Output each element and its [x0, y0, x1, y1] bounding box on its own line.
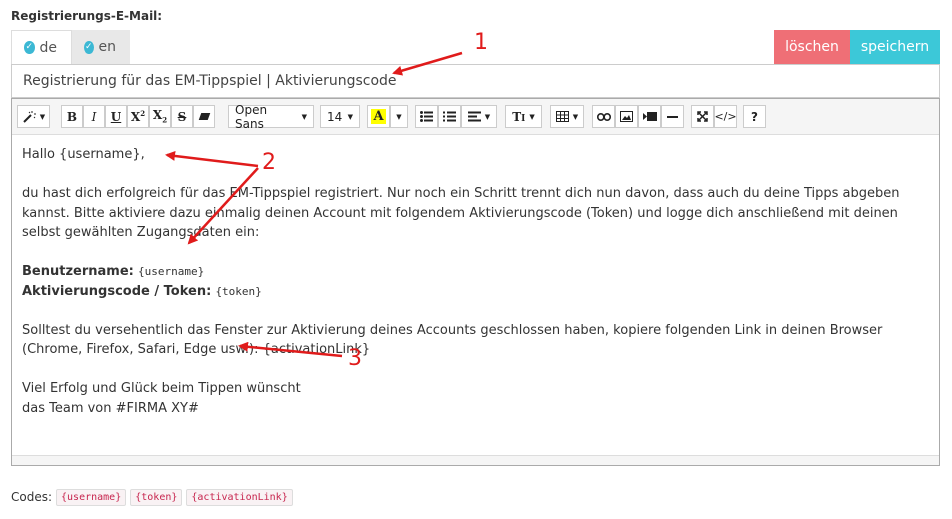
- numbered-list-button[interactable]: [438, 105, 461, 128]
- codes-row: Codes: {username} {token} {activationLin…: [11, 487, 293, 507]
- greeting-line: Hallo {username},: [22, 147, 145, 162]
- table-button[interactable]: ▼: [550, 105, 584, 128]
- tab-de[interactable]: ✓ de: [11, 30, 72, 64]
- text-color-icon: A: [371, 109, 386, 124]
- code-chip-username[interactable]: {username}: [56, 488, 127, 506]
- subscript-button[interactable]: X2: [149, 105, 171, 128]
- strikethrough-button[interactable]: S: [171, 105, 193, 128]
- code-view-button[interactable]: </>: [714, 105, 737, 128]
- caret-icon: ▼: [396, 112, 402, 121]
- horizontal-rule-button[interactable]: [661, 105, 684, 128]
- username-line: Benutzername: {username}: [22, 262, 929, 282]
- code-chip-token[interactable]: {token}: [130, 488, 183, 506]
- tab-label: en: [98, 39, 117, 55]
- font-family-value: Open Sans: [235, 102, 268, 131]
- closing-line-2: das Team von #FIRMA XY#: [22, 400, 199, 416]
- text-color-button[interactable]: A: [367, 105, 390, 128]
- text-height-icon: TI: [512, 109, 526, 124]
- horizontal-rule-icon: [667, 115, 678, 118]
- annotation-number-2: 2: [262, 150, 276, 175]
- closing-line-1: Viel Erfolg und Glück beim Tippen wünsch…: [22, 381, 301, 396]
- username-placeholder: {username}: [137, 265, 205, 278]
- bullet-list-button[interactable]: [415, 105, 438, 128]
- field-label: Registrierungs-E-Mail:: [11, 9, 163, 23]
- caret-icon: ▼: [484, 112, 491, 121]
- fullscreen-button[interactable]: [691, 105, 714, 128]
- bold-button[interactable]: B: [61, 105, 83, 128]
- paragraph-intro: du hast dich erfolgreich für das EM-Tipp…: [22, 186, 900, 240]
- italic-icon: I: [91, 109, 97, 124]
- language-tabs: ✓ de ✓ en: [11, 30, 130, 64]
- codes-label: Codes:: [11, 490, 53, 504]
- tab-label: de: [39, 39, 58, 56]
- code-chip-activation-link[interactable]: {activationLink}: [186, 488, 293, 506]
- subject-value: Registrierung für das EM-Tippspiel | Akt…: [23, 73, 397, 89]
- check-icon: ✓: [24, 41, 35, 54]
- editor-content[interactable]: Hallo {username}, du hast dich erfolgrei…: [12, 135, 939, 418]
- editor-resize-bar[interactable]: [12, 455, 939, 465]
- help-button[interactable]: ?: [743, 105, 766, 128]
- align-left-icon: [467, 111, 481, 122]
- font-size-value: 14: [327, 109, 343, 124]
- caret-icon: ▼: [529, 112, 535, 121]
- tab-en[interactable]: ✓ en: [72, 30, 130, 64]
- paragraph-link: Solltest du versehentlich das Fenster zu…: [22, 322, 883, 358]
- line-height-button[interactable]: TI ▼: [505, 105, 542, 128]
- caret-icon: ▼: [301, 112, 307, 121]
- video-button[interactable]: [638, 105, 661, 128]
- table-icon: [555, 111, 569, 122]
- check-icon: ✓: [84, 40, 94, 54]
- username-label: Benutzername:: [22, 264, 134, 279]
- editor-toolbar: ▼ B I U X2 X2 S Open Sans ▼ 14 ▼ A ▼ ▼ T…: [12, 99, 939, 135]
- video-icon: [642, 112, 657, 121]
- annotation-number-1: 1: [474, 30, 488, 55]
- delete-button[interactable]: löschen: [774, 30, 850, 64]
- numbered-list-icon: [443, 111, 456, 122]
- image-button[interactable]: [615, 105, 638, 128]
- text-color-dropdown[interactable]: ▼: [390, 105, 408, 128]
- magic-wand-icon: [23, 110, 36, 123]
- save-button[interactable]: speichern: [850, 30, 940, 64]
- eraser-button[interactable]: [193, 105, 215, 128]
- underline-icon: U: [110, 109, 122, 124]
- annotation-number-3: 3: [348, 346, 362, 371]
- subject-input[interactable]: Registrierung für das EM-Tippspiel | Akt…: [11, 64, 940, 98]
- token-label: Aktivierungscode / Token:: [22, 283, 212, 299]
- bullet-list-icon: [420, 111, 433, 122]
- link-icon: [596, 112, 611, 121]
- subscript-icon: X2: [152, 108, 168, 125]
- align-button[interactable]: ▼: [461, 105, 497, 128]
- italic-button[interactable]: I: [83, 105, 105, 128]
- image-icon: [620, 111, 633, 122]
- caret-icon: ▼: [347, 112, 353, 121]
- caret-icon: ▼: [39, 112, 46, 121]
- token-placeholder: {token}: [215, 284, 262, 298]
- code-view-icon: </>: [714, 110, 737, 123]
- underline-button[interactable]: U: [105, 105, 127, 128]
- rich-text-editor: ▼ B I U X2 X2 S Open Sans ▼ 14 ▼ A ▼ ▼ T…: [11, 98, 940, 466]
- font-family-select[interactable]: Open Sans ▼: [228, 102, 314, 131]
- caret-icon: ▼: [572, 112, 579, 121]
- token-line: Aktivierungscode / Token: {token}: [22, 282, 929, 302]
- superscript-button[interactable]: X2: [127, 105, 149, 128]
- strikethrough-icon: S: [177, 109, 187, 124]
- fullscreen-icon: [697, 111, 708, 122]
- eraser-icon: [198, 113, 210, 120]
- link-button[interactable]: [592, 105, 615, 128]
- help-icon: ?: [751, 109, 758, 124]
- font-size-select[interactable]: 14 ▼: [320, 105, 360, 128]
- bold-icon: B: [66, 109, 78, 124]
- superscript-icon: X2: [130, 109, 146, 124]
- magic-wand-button[interactable]: ▼: [17, 105, 50, 128]
